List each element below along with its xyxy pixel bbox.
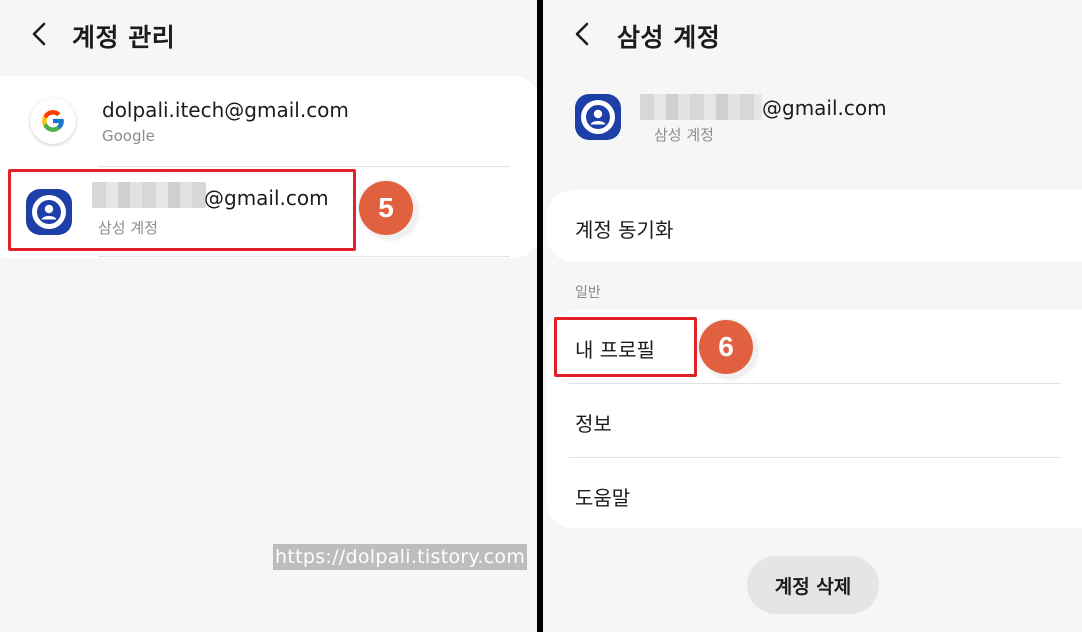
account-type: Google <box>102 127 155 145</box>
back-button[interactable] <box>22 16 58 52</box>
account-row-google[interactable]: dolpali.itech@gmail.com Google <box>0 76 537 166</box>
section-header-general: 일반 <box>575 285 601 301</box>
redacted-email <box>640 94 762 120</box>
header: 삼성 계정 <box>543 0 1082 70</box>
chevron-left-icon <box>32 22 46 46</box>
step-badge: 5 <box>359 181 413 235</box>
google-icon <box>30 98 76 144</box>
account-type: 삼성 계정 <box>654 126 714 144</box>
header: 계정 관리 <box>0 0 537 70</box>
chevron-left-icon <box>575 22 589 46</box>
highlight-box <box>8 169 356 251</box>
step-badge: 6 <box>699 320 753 374</box>
divider <box>98 256 510 257</box>
watermark: https://dolpali.tistory.com <box>273 544 528 570</box>
menu-item-help[interactable]: 도움말 <box>547 458 1082 528</box>
account-summary: @gmail.com 삼성 계정 <box>543 86 1082 156</box>
menu-item-info[interactable]: 정보 <box>547 384 1082 457</box>
menu-item-label: 정보 <box>575 412 612 436</box>
delete-account-button[interactable]: 계정 삭제 <box>747 556 879 614</box>
page-title: 삼성 계정 <box>617 23 721 52</box>
samsung-account-icon <box>575 94 621 140</box>
person-icon <box>581 100 615 134</box>
account-management-screen: 계정 관리 dolpali.itech@gmail.com Google @gm… <box>0 0 537 632</box>
sync-card[interactable]: 계정 동기화 <box>547 190 1082 262</box>
account-email: dolpali.itech@gmail.com <box>102 98 349 122</box>
page-title: 계정 관리 <box>72 23 176 52</box>
account-sync-label: 계정 동기화 <box>575 218 674 242</box>
highlight-box <box>554 317 697 377</box>
menu-item-label: 도움말 <box>575 486 631 510</box>
account-email: @gmail.com <box>762 96 887 120</box>
back-button[interactable] <box>565 16 601 52</box>
samsung-account-screen: 삼성 계정 @gmail.com 삼성 계정 계정 동기화 일반 내 프로필 정… <box>543 0 1082 632</box>
